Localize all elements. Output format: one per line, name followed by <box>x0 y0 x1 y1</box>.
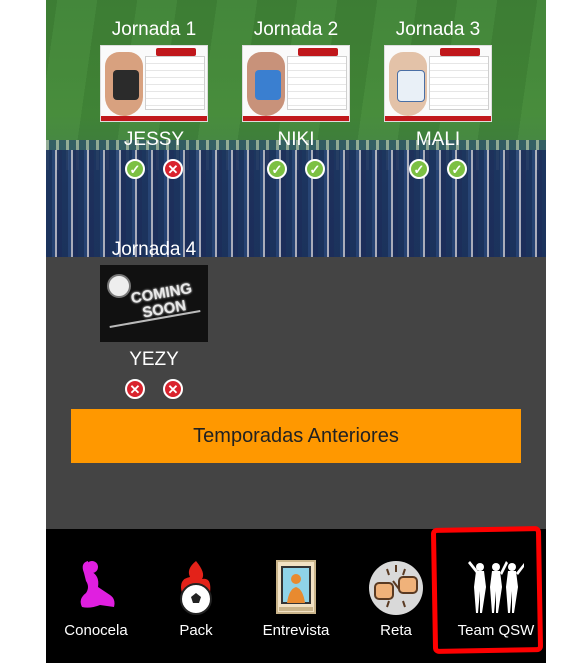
jornada-thumbnail[interactable] <box>242 45 350 122</box>
nav-item-pack[interactable]: Pack <box>146 529 246 663</box>
model-name: MALI <box>415 129 461 150</box>
framed-photo-icon <box>276 560 316 614</box>
jornada-thumbnail[interactable] <box>384 45 492 122</box>
nav-label: Reta <box>380 622 412 639</box>
check-icon: ✓ <box>267 159 287 179</box>
jornada-title: Jornada 4 <box>111 239 197 260</box>
check-icon: ✓ <box>305 159 325 179</box>
model-name: NIKI <box>277 129 315 150</box>
jornada-card-4[interactable]: Jornada 4 COMING SOON YEZY ✕ ✕ <box>84 238 224 401</box>
model-name: JESSY <box>123 129 185 150</box>
cross-icon: ✕ <box>163 159 183 179</box>
nav-item-entrevista[interactable]: Entrevista <box>246 529 346 663</box>
check-icon: ✓ <box>409 159 429 179</box>
nav-item-conocela[interactable]: Conocela <box>46 529 146 663</box>
jornada-title: Jornada 2 <box>253 19 339 40</box>
jornada-title: Jornada 3 <box>395 19 481 40</box>
jornada-card-3[interactable]: Jornada 3 MALI ✓ ✓ <box>368 18 508 181</box>
coming-soon-thumbnail[interactable]: COMING SOON <box>100 265 208 342</box>
check-icon: ✓ <box>447 159 467 179</box>
nav-label: Entrevista <box>262 622 330 639</box>
fist-bump-icon <box>369 561 423 615</box>
temporadas-anteriores-button[interactable]: Temporadas Anteriores <box>71 409 521 463</box>
result-marks: ✓ ✓ <box>368 159 508 181</box>
cross-icon: ✕ <box>163 379 183 399</box>
jornada-title: Jornada 1 <box>111 19 197 40</box>
jornada-card-1[interactable]: Jornada 1 JESSY ✓ ✕ <box>84 18 224 181</box>
nav-label: Conocela <box>64 622 128 639</box>
model-name: YEZY <box>129 349 179 370</box>
result-marks: ✓ ✕ <box>84 159 224 181</box>
cross-icon: ✕ <box>125 379 145 399</box>
nav-label: Pack <box>179 622 213 639</box>
jornada-thumbnail[interactable] <box>100 45 208 122</box>
check-icon: ✓ <box>125 159 145 179</box>
jornada-card-2[interactable]: Jornada 2 NIKI ✓ ✓ <box>226 18 366 181</box>
team-qsw-highlight-box <box>430 526 544 654</box>
flaming-ball-icon <box>180 561 212 615</box>
result-marks: ✓ ✓ <box>226 159 366 181</box>
result-marks: ✕ ✕ <box>84 379 224 401</box>
silhouette-pose-icon <box>80 561 115 608</box>
